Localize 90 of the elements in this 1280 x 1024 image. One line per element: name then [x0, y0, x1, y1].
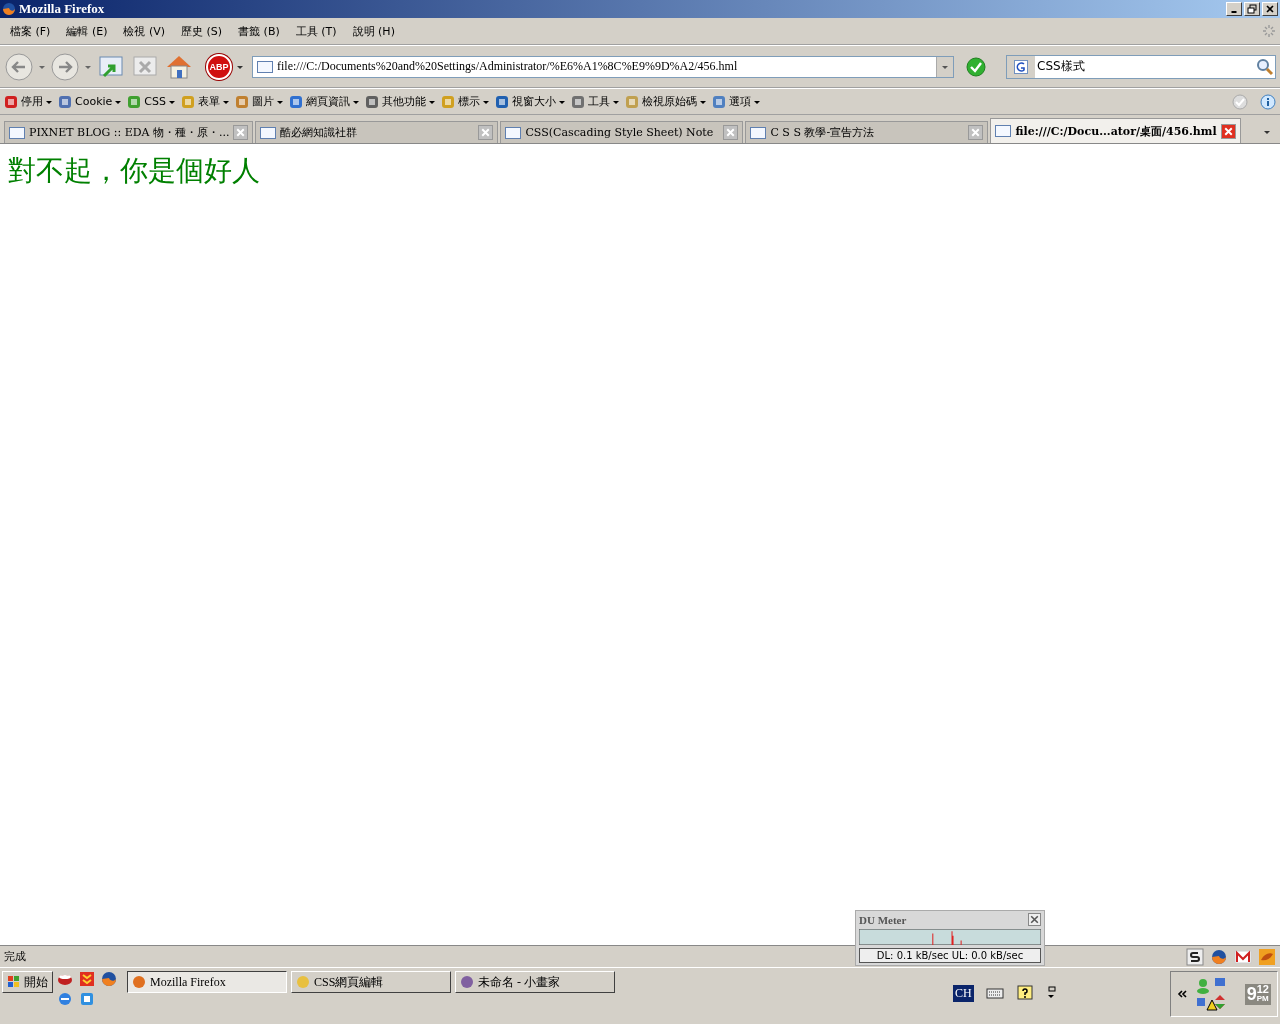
speed-reading: DL: 0.1 kB/sec UL: 0.0 kB/sec	[859, 948, 1041, 963]
toolbar-menu[interactable]: 視窗大小	[495, 94, 565, 109]
taskbar-button[interactable]: CSS網頁編輯	[291, 971, 451, 993]
clock-period: PM	[1256, 994, 1269, 1003]
browser-tab[interactable]: file:///C:/Docu...ator/桌面/456.hml	[990, 118, 1241, 143]
address-bar[interactable]: file:///C:/Documents%20and%20Settings/Administrator/%E6%A1%8C%E9%9D%A2/456.hml	[252, 55, 954, 78]
tab-close-button[interactable]	[1220, 123, 1236, 139]
caret-icon	[46, 98, 52, 105]
restore-icon[interactable]	[1045, 985, 1056, 1001]
toolbar-menu[interactable]: 檢視原始碼	[625, 94, 706, 109]
browser-tab[interactable]: PIXNET BLOG :: EDA 物・種・原・...	[4, 121, 254, 143]
search-icon[interactable]	[1255, 56, 1275, 77]
caret-icon	[169, 98, 175, 105]
check-circle-icon[interactable]	[1232, 93, 1248, 110]
menu-item[interactable]: 歷史 (S)	[175, 21, 229, 41]
double-chevron-icon[interactable]	[1176, 989, 1187, 999]
clock-hour: 9	[1246, 983, 1257, 1005]
page-icon	[995, 125, 1012, 137]
clock-minute: 12	[1256, 983, 1269, 995]
tab-close-button[interactable]	[478, 125, 494, 140]
page-icon	[260, 126, 277, 139]
browser-tab[interactable]: C S S 教學-宣告方法	[745, 121, 989, 143]
close-icon	[1265, 4, 1275, 14]
menu-item[interactable]: 檢視 (V)	[117, 21, 172, 41]
toolbar-menu[interactable]: 圖片	[235, 94, 283, 109]
menu-item[interactable]: 檔案 (F)	[4, 21, 57, 41]
caret-icon	[700, 98, 706, 105]
toolbar-menu[interactable]: 停用	[4, 94, 52, 109]
widget-title: DU Meter	[859, 913, 907, 926]
page-icon	[750, 126, 767, 139]
tab-close-button[interactable]	[723, 125, 739, 140]
taskbar-button[interactable]: 未命名 - 小畫家	[455, 971, 615, 993]
start-button[interactable]: 開始	[2, 971, 53, 993]
caret-icon	[754, 98, 760, 105]
caret-icon	[353, 98, 359, 105]
throbber-icon	[1262, 24, 1276, 38]
toolbar-menu[interactable]: 其他功能	[365, 94, 435, 109]
toolbar-menu[interactable]: CSS	[127, 94, 175, 109]
checkmark-icon[interactable]	[966, 56, 986, 77]
toolbar-menu[interactable]: 標示	[441, 94, 489, 109]
tab-close-button[interactable]	[968, 125, 984, 140]
caret-icon	[1263, 128, 1271, 136]
caret-icon	[223, 98, 229, 105]
circle-icon	[132, 975, 146, 989]
page-icon	[257, 60, 273, 73]
close-button[interactable]	[1028, 913, 1041, 926]
caret-icon	[559, 98, 565, 105]
letter-g-icon	[1014, 59, 1028, 74]
toolbar-menu[interactable]: 網頁資訊	[289, 94, 359, 109]
page-icon	[505, 126, 522, 139]
minimize-button[interactable]	[1226, 2, 1242, 16]
keyboard-icon[interactable]	[985, 985, 1004, 1001]
browser-tab[interactable]: CSS(Cascading Style Sheet) Note	[500, 121, 744, 143]
taskbar-button[interactable]: Mozilla Firefox	[127, 971, 287, 993]
circle-icon	[296, 975, 310, 989]
tab-close-button[interactable]	[233, 125, 249, 140]
menu-item[interactable]: 書籤 (B)	[232, 21, 286, 41]
toolbar-menu[interactable]: 工具	[571, 94, 619, 109]
circle-icon	[460, 975, 474, 989]
help-icon[interactable]	[1015, 985, 1034, 1001]
restore-icon	[1247, 4, 1257, 14]
mail-icon[interactable]	[1234, 947, 1252, 966]
caret-icon	[483, 98, 489, 105]
search-engine-button[interactable]	[1007, 55, 1035, 78]
page-icon	[9, 126, 25, 139]
menu-item[interactable]: 工具 (T)	[289, 21, 343, 41]
toolbar-menu[interactable]: Cookie	[58, 94, 122, 109]
caret-icon	[277, 98, 283, 105]
close-icon	[1029, 914, 1040, 925]
menu-item[interactable]: 說明 (H)	[346, 21, 401, 41]
window-title: Mozilla Firefox	[19, 1, 105, 17]
globe-icon[interactable]	[101, 971, 117, 987]
minimize-icon	[1231, 10, 1237, 13]
caret-icon	[115, 98, 122, 105]
caret-icon	[429, 98, 435, 105]
menu-item[interactable]: 編輯 (E)	[60, 21, 114, 41]
flag-icon	[7, 975, 21, 989]
globe-icon	[2, 2, 16, 16]
adblock-button[interactable]: ABP	[206, 53, 232, 80]
browser-tab[interactable]: 酷必網知識社群	[255, 121, 499, 143]
letter-s-icon[interactable]	[1186, 947, 1204, 966]
toolbar-menu[interactable]: 表單	[181, 94, 229, 109]
page-heading: 對不起，你是個好人	[8, 153, 260, 189]
caret-icon	[613, 98, 619, 105]
globe-icon[interactable]	[1210, 947, 1228, 966]
restore-button[interactable]	[1244, 2, 1260, 16]
toolbar-menu[interactable]: 選項	[712, 94, 760, 109]
search-bar[interactable]: CSS樣式	[1006, 54, 1276, 79]
status-text: 完成	[4, 949, 26, 964]
language-indicator[interactable]: CH	[953, 985, 974, 1002]
